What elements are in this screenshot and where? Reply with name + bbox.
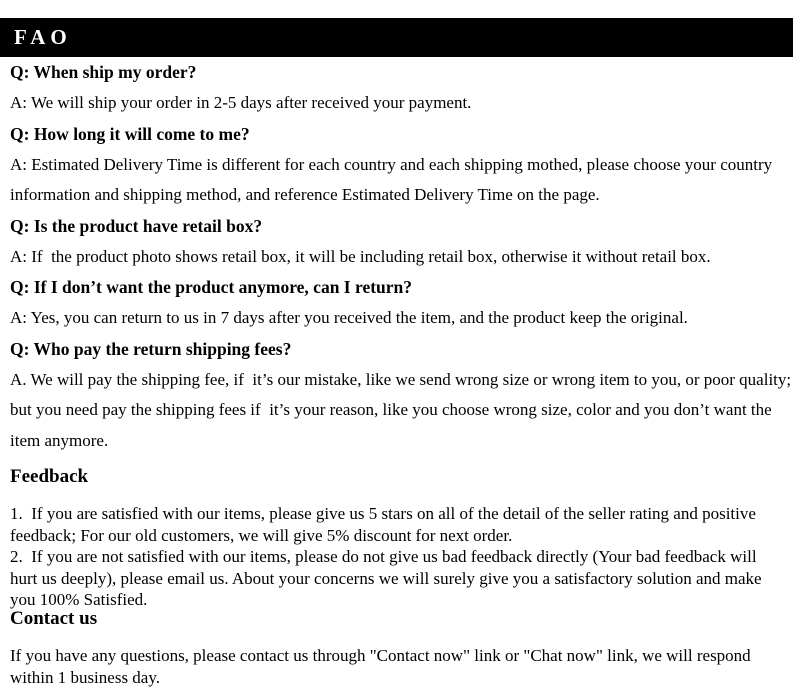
- contact-heading: Contact us: [10, 608, 98, 629]
- feedback-list: 1. If you are satisfied with our items, …: [10, 503, 786, 611]
- faq-question: Q: When ship my order?: [10, 62, 197, 82]
- feedback-item: 1. If you are satisfied with our items, …: [10, 504, 761, 545]
- feedback-section: Feedback 1. If you are satisfied with ou…: [0, 465, 800, 611]
- faq-item: Q: If I don’t want the product anymore, …: [10, 272, 792, 334]
- faq-answer: A. We will pay the shipping fee, if it’s…: [10, 369, 796, 450]
- faq-page: FAO Q: When ship my order? A: We will sh…: [0, 0, 800, 700]
- faq-answer: A: We will ship your order in 2-5 days a…: [10, 93, 472, 112]
- faq-answer: A: Yes, you can return to us in 7 days a…: [10, 308, 688, 327]
- faq-list: Q: When ship my order? A: We will ship y…: [0, 57, 800, 456]
- faq-question: Q: How long it will come to me?: [10, 123, 250, 144]
- faq-item: Q: When ship my order? A: We will ship y…: [10, 57, 792, 119]
- faq-item: Q: How long it will come to me? A: Estim…: [10, 119, 792, 211]
- page-title: FAO: [14, 25, 72, 49]
- contact-paragraph: If you have any questions, please contac…: [10, 646, 755, 687]
- header-bar: FAO: [0, 18, 793, 57]
- faq-item: Q: Who pay the return shipping fees? A. …: [10, 334, 792, 457]
- faq-item: Q: Is the product have retail box? A: If…: [10, 211, 792, 273]
- faq-question: Q: If I don’t want the product anymore, …: [10, 277, 413, 297]
- feedback-heading: Feedback: [10, 466, 89, 487]
- faq-question: Q: Is the product have retail box?: [10, 215, 263, 236]
- contact-section: Contact us If you have any questions, pl…: [0, 607, 800, 688]
- faq-question: Q: Who pay the return shipping fees?: [10, 338, 292, 359]
- faq-answer: A: If the product photo shows retail box…: [10, 246, 711, 266]
- faq-answer: A: Estimated Delivery Time is different …: [10, 154, 777, 205]
- feedback-item: 2. If you are not satisfied with our ite…: [10, 547, 766, 609]
